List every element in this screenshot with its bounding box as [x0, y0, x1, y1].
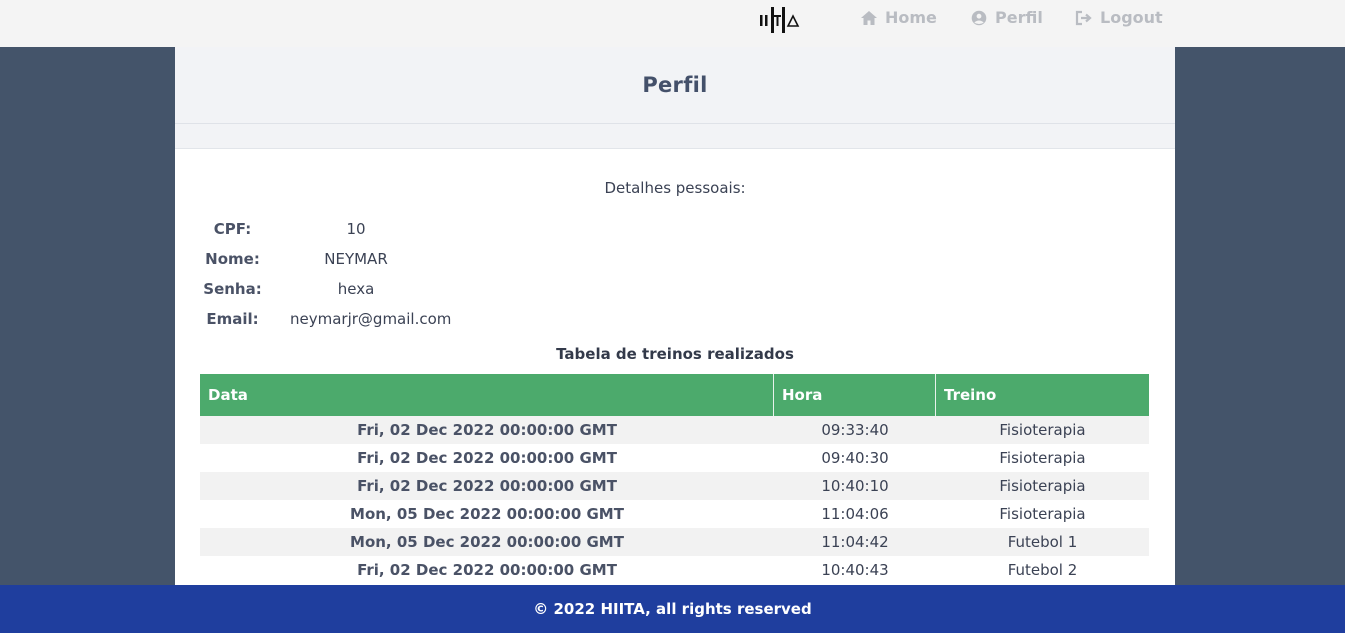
cell-hora: 10:40:10 — [821, 477, 889, 495]
hiita-logo[interactable] — [759, 6, 803, 34]
cell-hora: 10:40:43 — [821, 561, 889, 579]
cell-data: Mon, 05 Dec 2022 00:00:00 GMT — [350, 533, 624, 551]
details-title: Detalhes pessoais: — [604, 179, 746, 197]
cell-hora: 09:40:30 — [821, 449, 889, 467]
detail-value: hexa — [337, 280, 375, 298]
column-header-hora: Hora — [774, 374, 936, 416]
nav-logout-link[interactable]: Logout — [1075, 8, 1163, 27]
sign-out-icon — [1075, 10, 1092, 25]
detail-value: neymarjr@gmail.com — [290, 310, 452, 328]
cell-hora: 11:04:42 — [821, 533, 889, 551]
card-header: Perfil — [175, 47, 1175, 124]
cell-treino: Futebol 2 — [1007, 561, 1078, 579]
detail-value: 10 — [346, 220, 366, 238]
cell-treino: Fisioterapia — [999, 421, 1086, 439]
cell-treino: Fisioterapia — [999, 505, 1086, 523]
detail-label: CPF: — [213, 220, 252, 238]
detail-label: Senha: — [203, 280, 262, 298]
top-navbar: Home Perfil Logout — [0, 0, 1345, 47]
cell-data: Fri, 02 Dec 2022 00:00:00 GMT — [357, 561, 617, 579]
table-row: Mon, 05 Dec 2022 00:00:00 GMT 11:04:42 F… — [200, 528, 1149, 556]
workouts-table: Data Hora Treino Fri, 02 Dec 2022 00:00:… — [200, 374, 1149, 584]
table-row: Fri, 02 Dec 2022 00:00:00 GMT 10:40:43 F… — [200, 556, 1149, 584]
nav-perfil-link[interactable]: Perfil — [970, 8, 1043, 27]
cell-hora: 09:33:40 — [821, 421, 889, 439]
table-header-row: Data Hora Treino — [200, 374, 1149, 416]
cell-treino: Fisioterapia — [999, 477, 1086, 495]
cell-treino: Futebol 1 — [1007, 533, 1078, 551]
home-icon — [861, 10, 877, 25]
table-row: Mon, 05 Dec 2022 00:00:00 GMT 11:04:06 F… — [200, 500, 1149, 528]
table-row: Fri, 02 Dec 2022 00:00:00 GMT 09:33:40 F… — [200, 416, 1149, 444]
user-circle-icon — [971, 10, 987, 25]
table-body: Fri, 02 Dec 2022 00:00:00 GMT 09:33:40 F… — [200, 416, 1149, 584]
nav-home-link[interactable]: Home — [860, 8, 937, 27]
nav-perfil-label: Perfil — [995, 8, 1043, 27]
nav-home-label: Home — [885, 8, 937, 27]
detail-label: Email: — [206, 310, 259, 328]
cell-data: Fri, 02 Dec 2022 00:00:00 GMT — [357, 477, 617, 495]
nav-logout-label: Logout — [1100, 8, 1163, 27]
cell-hora: 11:04:06 — [821, 505, 889, 523]
column-header-treino: Treino — [944, 386, 997, 404]
cell-data: Mon, 05 Dec 2022 00:00:00 GMT — [350, 505, 624, 523]
footer: © 2022 HIITA, all rights reserved — [0, 585, 1345, 633]
detail-label: Nome: — [205, 250, 260, 268]
cell-data: Fri, 02 Dec 2022 00:00:00 GMT — [357, 421, 617, 439]
profile-card: Perfil Detalhes pessoais: CPF: 10 Nome: … — [175, 47, 1175, 585]
header-divider — [175, 124, 1175, 149]
detail-value: NEYMAR — [324, 250, 388, 268]
column-header-data: Data — [200, 374, 774, 416]
cell-data: Fri, 02 Dec 2022 00:00:00 GMT — [357, 449, 617, 467]
table-row: Fri, 02 Dec 2022 00:00:00 GMT 10:40:10 F… — [200, 472, 1149, 500]
table-row: Fri, 02 Dec 2022 00:00:00 GMT 09:40:30 F… — [200, 444, 1149, 472]
footer-copyright: © 2022 HIITA, all rights reserved — [533, 600, 812, 618]
page-title: Perfil — [642, 73, 708, 97]
table-title: Tabela de treinos realizados — [556, 345, 794, 363]
cell-treino: Fisioterapia — [999, 449, 1086, 467]
